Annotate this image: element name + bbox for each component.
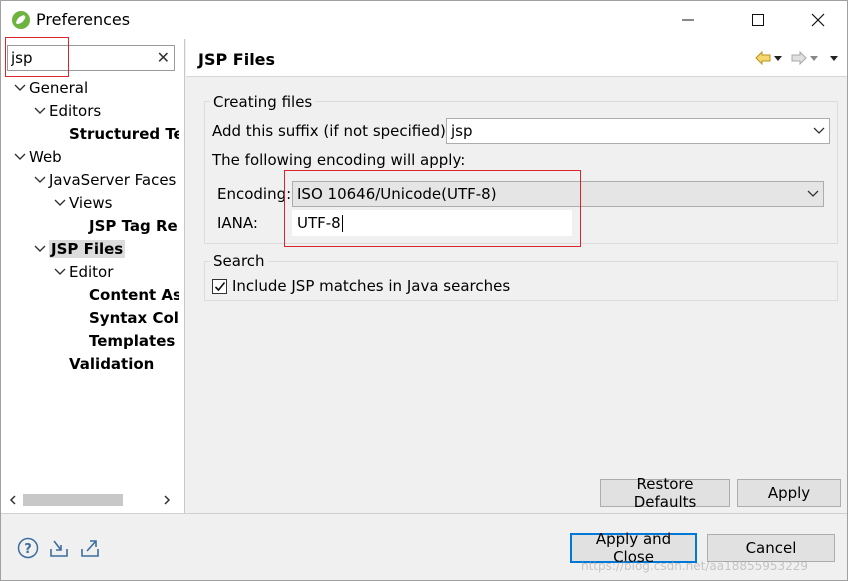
checkmark-icon [214, 282, 225, 292]
tree-item[interactable]: Syntax Col [71, 307, 179, 329]
export-icon[interactable] [79, 537, 101, 559]
forward-arrow-icon[interactable] [791, 48, 807, 68]
tree-item-label: JSP Tag Re [89, 217, 178, 235]
tree-horizontal-scrollbar[interactable] [5, 491, 177, 509]
svg-text:?: ? [24, 542, 32, 557]
preferences-window: Preferences ✕ General Editors Structured T… [0, 0, 848, 581]
suffix-combo-value: jsp [451, 122, 473, 140]
tree-item-label: JSP Files [49, 240, 126, 258]
encoding-combo[interactable]: ISO 10646/Unicode(UTF-8) [292, 181, 824, 207]
suffix-label: Add this suffix (if not specified): [212, 122, 451, 140]
page-header: JSP Files [186, 39, 847, 77]
encoding-label: Encoding: [217, 185, 292, 203]
chevron-down-icon[interactable] [11, 146, 29, 168]
preference-page: JSP Files Creating files Add this suffix… [186, 39, 847, 513]
page-navigation [755, 48, 839, 68]
tree-item-label: Templates [89, 332, 176, 350]
text-caret [341, 214, 343, 232]
scroll-right-icon[interactable] [159, 491, 175, 509]
preference-tree: General Editors Structured Te Web JavaServer… [1, 77, 179, 477]
tree-item[interactable]: Validation [51, 353, 154, 375]
chevron-down-icon[interactable] [31, 169, 49, 191]
include-jsp-checkbox[interactable] [212, 279, 227, 294]
tree-item[interactable]: Content As [71, 284, 179, 306]
suffix-combo[interactable]: jsp [446, 118, 830, 144]
filter-input[interactable] [11, 48, 151, 68]
tree-item[interactable]: Web [11, 146, 62, 168]
tree-item[interactable]: JavaServer Faces [31, 169, 176, 191]
minimize-button[interactable] [665, 1, 711, 39]
watermark-text: https://blog.csdn.net/aa18855953229 [581, 559, 809, 573]
maximize-icon [752, 14, 764, 26]
clear-filter-icon[interactable]: ✕ [157, 48, 170, 67]
tree-item[interactable]: Views [51, 192, 112, 214]
forward-dropdown-icon[interactable] [809, 48, 819, 68]
tree-item-label: Views [69, 194, 113, 212]
chevron-down-icon[interactable] [31, 100, 49, 122]
filter-box[interactable]: ✕ [7, 45, 175, 71]
preference-tree-pane: ✕ General Editors Structured Te Web JavaServ… [1, 37, 185, 513]
spring-leaf-icon [12, 11, 30, 29]
chevron-down-icon[interactable] [31, 238, 49, 260]
tree-item-label: Content As [89, 286, 179, 304]
iana-field[interactable]: UTF-8 [292, 210, 572, 236]
tree-item[interactable]: Editor [51, 261, 113, 283]
close-icon [811, 13, 825, 27]
include-jsp-label: Include JSP matches in Java searches [232, 277, 511, 295]
creating-files-group-title: Creating files [210, 93, 316, 111]
back-arrow-icon[interactable] [755, 48, 771, 68]
tree-item[interactable]: Templates [71, 330, 175, 352]
iana-label: IANA: [217, 214, 258, 232]
scrollbar-thumb[interactable] [23, 494, 123, 506]
maximize-button[interactable] [735, 1, 781, 39]
scroll-left-icon[interactable] [5, 491, 21, 509]
minimize-icon [682, 19, 694, 21]
close-button[interactable] [795, 1, 841, 39]
help-icon[interactable]: ? [17, 537, 39, 559]
page-title: JSP Files [198, 50, 276, 69]
chevron-down-icon[interactable] [803, 190, 823, 198]
view-menu-icon[interactable] [829, 48, 839, 68]
tree-item[interactable]: Editors [31, 100, 101, 122]
tree-item-label: Validation [69, 355, 155, 373]
tree-item-label: Web [29, 148, 62, 166]
window-title: Preferences [36, 10, 131, 29]
back-dropdown-icon[interactable] [773, 48, 783, 68]
search-group-title: Search [210, 252, 268, 270]
apply-button[interactable]: Apply [737, 479, 841, 507]
tree-item-label: Editor [69, 263, 114, 281]
encoding-note: The following encoding will apply: [212, 151, 466, 169]
chevron-down-icon[interactable] [51, 192, 69, 214]
title-bar[interactable]: Preferences [1, 1, 847, 39]
tree-item[interactable]: JSP Files [31, 238, 126, 260]
iana-value: UTF-8 [297, 214, 341, 232]
tree-item-label: General [29, 79, 89, 97]
chevron-down-icon[interactable] [51, 261, 69, 283]
chevron-down-icon[interactable] [11, 77, 29, 99]
tree-item[interactable]: JSP Tag Re [71, 215, 178, 237]
footer-separator [1, 513, 847, 514]
tree-item-label: Editors [49, 102, 102, 120]
tree-item[interactable]: Structured Te [51, 123, 179, 145]
tree-item-label: Syntax Col [89, 309, 179, 327]
import-icon[interactable] [48, 537, 70, 559]
tree-item-label: JavaServer Faces [49, 171, 177, 189]
restore-defaults-button[interactable]: Restore Defaults [600, 475, 730, 511]
cancel-button[interactable]: Cancel [707, 534, 835, 562]
tree-item-label: Structured Te [69, 125, 179, 143]
encoding-combo-value: ISO 10646/Unicode(UTF-8) [297, 185, 497, 203]
tree-item[interactable]: General [11, 77, 88, 99]
chevron-down-icon[interactable] [809, 127, 829, 135]
